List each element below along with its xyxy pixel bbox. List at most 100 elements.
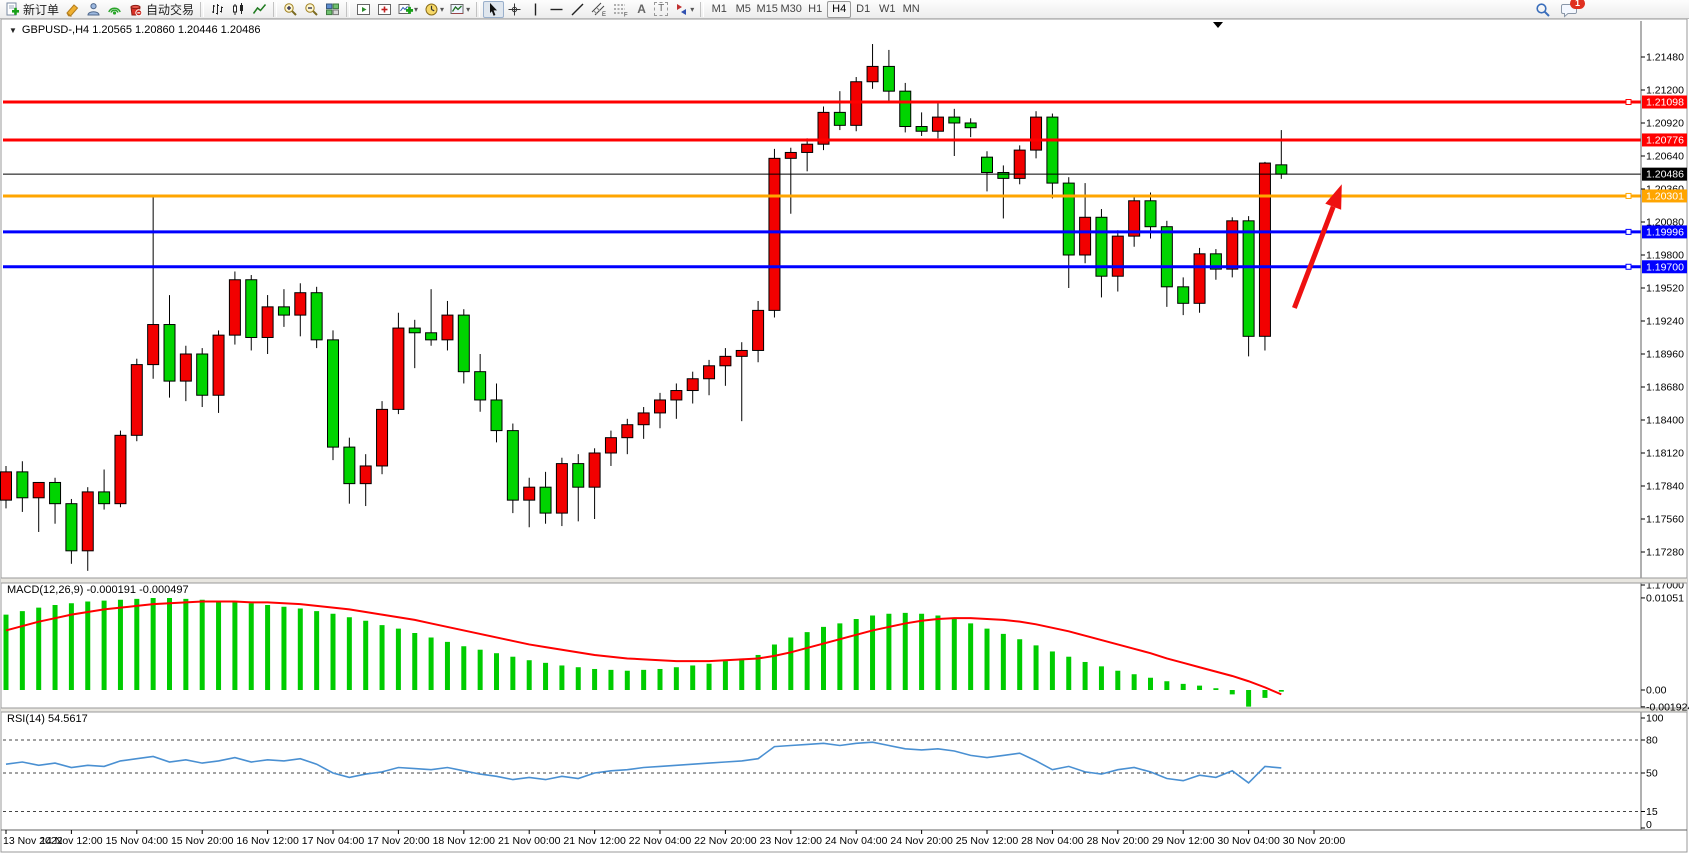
pane-separator[interactable] — [1, 708, 1687, 712]
candle-bear — [1047, 117, 1058, 183]
fibonacci-tool-button[interactable]: F — [610, 1, 632, 18]
time-axis-label: 16 Nov 12:00 — [236, 835, 299, 847]
new-order-button[interactable]: 新订单 — [2, 1, 62, 18]
price-axis-tick-label: 1.17560 — [1646, 513, 1684, 525]
time-axis-label: 23 Nov 12:00 — [760, 835, 823, 847]
price-line-label: 1.20301 — [1646, 190, 1684, 202]
window-plus-icon — [377, 2, 392, 17]
timeframe-d1-button[interactable]: D1 — [851, 1, 875, 18]
text-label-tool-button[interactable]: T — [651, 1, 671, 18]
autotrade-button[interactable]: 自动交易 — [125, 1, 197, 18]
periods-button[interactable]: ▾ — [421, 1, 447, 18]
candle-bear — [278, 307, 289, 315]
timeframe-h4-button[interactable]: H4 — [827, 1, 851, 18]
timeframe-m5-button[interactable]: M5 — [731, 1, 755, 18]
time-axis-label: 15 Nov 04:00 — [106, 835, 169, 847]
price-line-label: 1.19700 — [1646, 261, 1684, 273]
candle-bull — [687, 379, 698, 391]
horizontal-line-tool-button[interactable] — [546, 1, 567, 18]
price-axis-tick-label: 1.18960 — [1646, 348, 1684, 360]
candle-bull — [131, 365, 142, 436]
time-axis-label: 17 Nov 20:00 — [367, 835, 430, 847]
candle-bull — [704, 366, 715, 379]
candle-bear — [1063, 183, 1074, 255]
toolbar-separator — [700, 2, 704, 17]
trendline-tool-button[interactable] — [567, 1, 588, 18]
signal-button[interactable] — [104, 1, 125, 18]
collapse-triangle-icon[interactable]: ▼ — [9, 26, 17, 35]
text-tool-button[interactable]: A — [632, 1, 651, 18]
candle-bull — [622, 425, 633, 438]
toolbar-right-cluster: 1 — [1532, 1, 1581, 18]
candle-bull — [1112, 236, 1123, 276]
candle-bear — [949, 117, 960, 123]
search-button[interactable] — [1532, 1, 1554, 18]
add-indicator-button[interactable]: ▾ — [395, 1, 421, 18]
price-axis-tick-label: 1.17280 — [1646, 546, 1684, 558]
timeframe-mn-button[interactable]: MN — [899, 1, 923, 18]
vertical-line-icon — [528, 2, 543, 17]
price-axis-tick-label: 1.20640 — [1646, 150, 1684, 162]
chart-title-bar: ▼ GBPUSD-,H4 1.20565 1.20860 1.20446 1.2… — [9, 24, 260, 36]
zoom-out-icon — [304, 2, 319, 17]
candle-bull — [180, 354, 191, 381]
templates-button[interactable]: ▾ — [447, 1, 473, 18]
depth-of-market-button[interactable] — [374, 1, 395, 18]
candle-bear — [982, 157, 993, 172]
time-axis-label: 25 Nov 12:00 — [956, 835, 1019, 847]
autotrade-label: 自动交易 — [146, 1, 194, 18]
cursor-icon — [486, 2, 501, 17]
profile-button[interactable] — [83, 1, 104, 18]
candle-bull — [753, 310, 764, 350]
toolbar-separator — [200, 2, 204, 17]
signal-icon — [107, 2, 122, 17]
arrows-tool-button[interactable]: ▾ — [671, 1, 697, 18]
channel-tool-button[interactable]: E — [588, 1, 610, 18]
timeframe-m30-button[interactable]: M30 — [779, 1, 803, 18]
notifications-button[interactable]: 1 — [1558, 1, 1581, 18]
template-icon — [450, 2, 465, 17]
vertical-line-tool-button[interactable] — [525, 1, 546, 18]
crayon-button[interactable] — [62, 1, 83, 18]
toolbar-separator — [346, 2, 350, 17]
strategy-tester-button[interactable] — [353, 1, 374, 18]
timeframe-h1-button[interactable]: H1 — [803, 1, 827, 18]
timeframe-w1-button[interactable]: W1 — [875, 1, 899, 18]
bar-chart-button[interactable] — [207, 1, 228, 18]
hline-handle[interactable] — [1626, 229, 1631, 234]
candle-bull — [736, 350, 747, 356]
zoom-out-button[interactable] — [301, 1, 322, 18]
hline-handle[interactable] — [1626, 264, 1631, 269]
candle-bull — [802, 144, 813, 152]
candle-bull — [442, 315, 453, 340]
chart-canvas: 1.214801.212001.209201.206401.203601.200… — [0, 19, 1689, 857]
notification-badge: 1 — [1570, 0, 1585, 9]
price-axis-tick-label: 1.19800 — [1646, 249, 1684, 261]
text-a-icon: A — [637, 2, 646, 16]
rsi-indicator-label: RSI(14) 54.5617 — [7, 713, 88, 725]
candle-bull — [360, 466, 371, 484]
crosshair-tool-button[interactable] — [504, 1, 525, 18]
zoom-in-button[interactable] — [280, 1, 301, 18]
cursor-tool-button[interactable] — [483, 1, 504, 18]
candlestick-chart-button[interactable] — [228, 1, 249, 18]
candle-bear — [573, 464, 584, 488]
candle-bull — [556, 464, 567, 514]
horizontal-line-icon — [549, 2, 564, 17]
line-chart-button[interactable] — [249, 1, 270, 18]
timeframe-m1-button[interactable]: M1 — [707, 1, 731, 18]
autotrade-icon — [128, 2, 143, 17]
time-axis-label: 28 Nov 20:00 — [1087, 835, 1150, 847]
hline-handle[interactable] — [1626, 193, 1631, 198]
timeframe-m15-button[interactable]: M15 — [755, 1, 779, 18]
candle-bear — [458, 315, 469, 372]
hline-handle[interactable] — [1626, 100, 1631, 105]
pane-separator[interactable] — [1, 578, 1687, 583]
candle-bear — [998, 172, 1009, 178]
new-order-label: 新订单 — [23, 1, 59, 18]
macd-indicator-label: MACD(12,26,9) -0.000191 -0.000497 — [7, 584, 189, 596]
tile-windows-button[interactable] — [322, 1, 343, 18]
person-icon — [86, 2, 101, 17]
chevron-down-icon: ▾ — [440, 5, 444, 14]
candle-bull — [148, 325, 159, 365]
